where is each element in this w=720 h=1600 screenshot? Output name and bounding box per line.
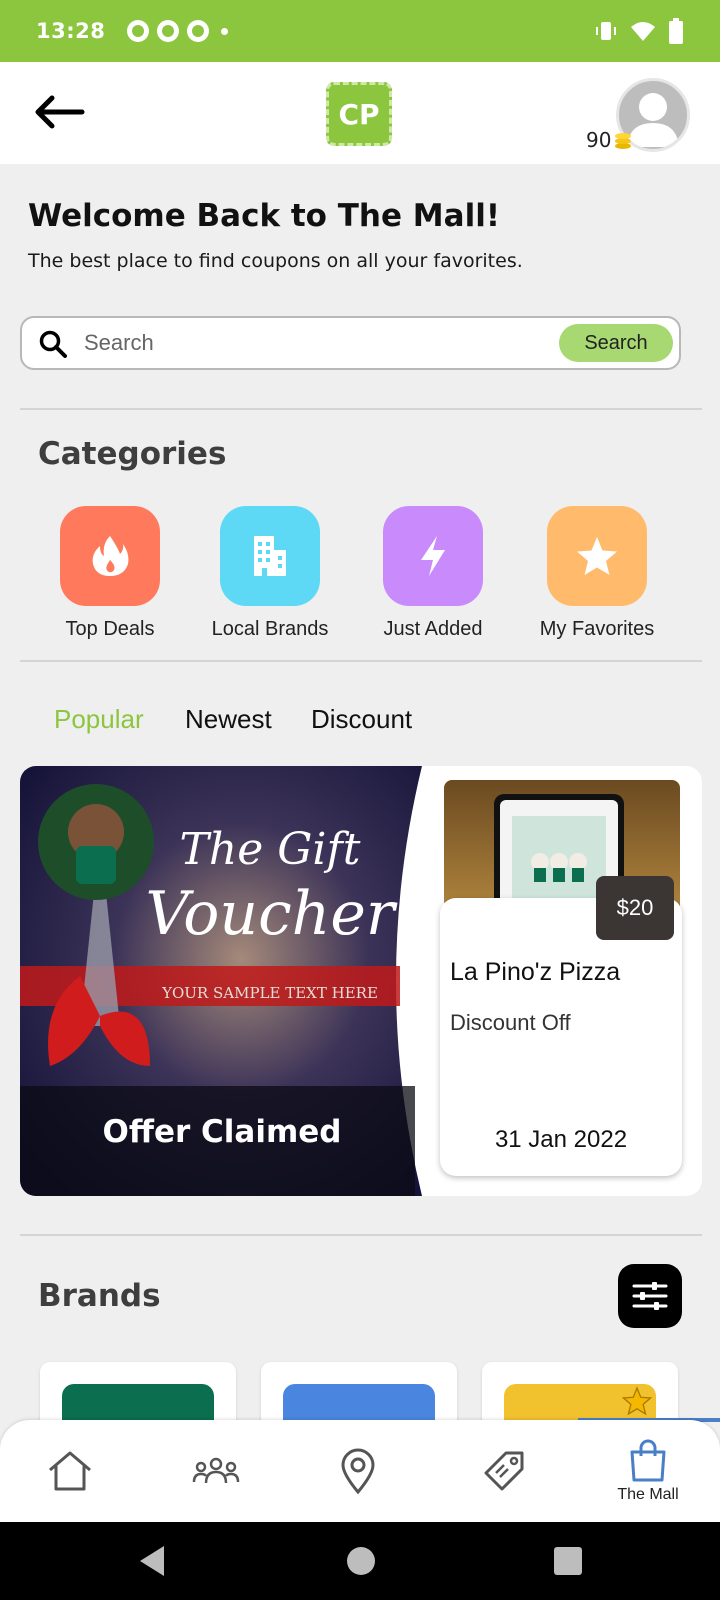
filter-sliders-icon	[632, 1282, 668, 1310]
brands-title: Brands	[38, 1278, 161, 1314]
category-tile	[547, 506, 647, 606]
favorite-star-icon[interactable]	[622, 1386, 652, 1416]
deal-title: La Pino'z Pizza	[450, 958, 621, 986]
search-input[interactable]	[84, 324, 554, 362]
category-label: Just Added	[383, 618, 483, 640]
bottom-nav: The Mall	[0, 1420, 720, 1522]
tab-discount[interactable]: Discount	[311, 704, 412, 735]
back-arrow-icon	[35, 95, 85, 129]
status-time: 13:28	[36, 19, 106, 43]
nav-location[interactable]	[318, 1420, 398, 1522]
search-icon	[39, 330, 67, 358]
back-button[interactable]	[30, 90, 90, 134]
shopping-bag-icon	[630, 1439, 666, 1482]
welcome-subtitle: The best place to find coupons on all yo…	[28, 250, 523, 272]
vibrate-icon	[596, 22, 616, 40]
building-icon	[254, 536, 286, 576]
category-label: Top Deals	[65, 618, 155, 640]
category-just-added[interactable]: Just Added	[353, 506, 513, 641]
deal-price-badge: $20	[596, 876, 674, 940]
search-button[interactable]: Search	[559, 324, 673, 362]
gift-voucher-image: The Gift Voucher YOUR SAMPLE TEXT HERE O…	[20, 766, 422, 1196]
category-my-favorites[interactable]: My Favorites	[517, 506, 677, 641]
location-pin-icon	[341, 1448, 375, 1494]
more-notifications-dot	[221, 27, 229, 35]
category-top-deals[interactable]: Top Deals	[30, 506, 190, 641]
flame-icon	[92, 536, 129, 576]
nav-community[interactable]	[174, 1420, 258, 1522]
coins-icon	[615, 133, 632, 149]
deal-card[interactable]: The Gift Voucher YOUR SAMPLE TEXT HERE O…	[20, 766, 702, 1196]
divider	[20, 1234, 702, 1236]
status-right-icons	[594, 18, 684, 44]
tab-popular[interactable]: Popular	[54, 704, 144, 735]
app-header: CP 90	[0, 62, 720, 164]
app-notification-icon	[187, 20, 210, 42]
app-logo-text: CP	[338, 97, 380, 131]
people-icon	[192, 1457, 240, 1484]
star-icon	[577, 537, 617, 575]
app-notification-icon	[157, 20, 180, 42]
coin-count: 90	[586, 128, 612, 152]
divider	[20, 660, 702, 662]
status-bar: 13:28	[0, 0, 720, 62]
system-back-icon[interactable]	[136, 1544, 168, 1578]
tab-newest[interactable]: Newest	[185, 704, 272, 735]
voucher-title-line2: Voucher	[145, 879, 397, 949]
nav-label: The Mall	[617, 1486, 679, 1503]
voucher-title-line1: The Gift	[180, 824, 361, 875]
category-tile	[60, 506, 160, 606]
welcome-title: Welcome Back to The Mall!	[28, 198, 500, 234]
search-bar: Search	[20, 316, 681, 370]
nav-the-mall[interactable]: The Mall	[598, 1420, 698, 1522]
home-icon	[49, 1451, 91, 1491]
category-tile	[383, 506, 483, 606]
lightning-icon	[421, 536, 445, 576]
nav-coupons[interactable]	[462, 1420, 546, 1522]
system-recents-icon[interactable]	[552, 1544, 584, 1578]
battery-icon	[669, 18, 683, 44]
filter-button[interactable]	[618, 1264, 682, 1328]
deal-subtitle: Discount Off	[450, 1010, 571, 1035]
divider	[20, 408, 702, 410]
app-logo: CP	[326, 82, 392, 146]
system-home-icon[interactable]	[346, 1544, 376, 1578]
category-label: Local Brands	[211, 618, 329, 640]
voucher-sample-text: YOUR SAMPLE TEXT HERE	[161, 984, 378, 1002]
status-notifications	[127, 20, 229, 42]
category-tile	[220, 506, 320, 606]
deal-date: 31 Jan 2022	[494, 1126, 628, 1153]
tag-icon	[484, 1451, 524, 1491]
category-local-brands[interactable]: Local Brands	[190, 506, 350, 641]
offer-status-label: Offer Claimed	[102, 1114, 341, 1150]
coin-balance: 90	[586, 128, 633, 152]
system-nav-bar	[0, 1522, 720, 1600]
cp-notification-icon	[127, 20, 150, 42]
categories-title: Categories	[38, 436, 227, 472]
category-label: My Favorites	[539, 618, 655, 640]
wifi-icon	[631, 22, 655, 41]
nav-home[interactable]	[30, 1420, 110, 1522]
